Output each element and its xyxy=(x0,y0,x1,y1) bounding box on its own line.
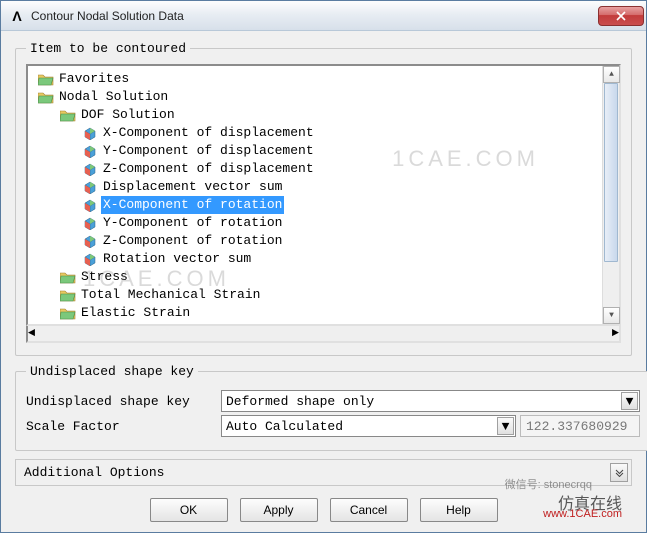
shape-key-value: Deformed shape only xyxy=(226,394,374,409)
expand-down-icon xyxy=(610,463,628,482)
undisplaced-groupbox: Undisplaced shape key Undisplaced shape … xyxy=(15,364,647,451)
tree-item-label: Rotation vector sum xyxy=(101,250,253,268)
tree-item-label: X-Component of displacement xyxy=(101,124,316,142)
tree-item-label: Stress xyxy=(79,268,130,286)
result-icon xyxy=(82,216,98,230)
tree-item[interactable]: Z-Component of displacement xyxy=(30,160,600,178)
folder-icon xyxy=(60,288,76,302)
shape-key-dropdown[interactable]: Deformed shape only ▼ xyxy=(221,390,640,412)
tree-item[interactable]: Z-Component of rotation xyxy=(30,232,600,250)
close-icon xyxy=(616,11,626,21)
tree-item[interactable]: Y-Component of rotation xyxy=(30,214,600,232)
scroll-right-arrow[interactable]: ► xyxy=(612,326,619,341)
tree-item-label: DOF Solution xyxy=(79,106,177,124)
tree-item[interactable]: DOF Solution xyxy=(30,106,600,124)
solution-tree[interactable]: FavoritesNodal SolutionDOF SolutionX-Com… xyxy=(28,66,602,324)
additional-options-label: Additional Options xyxy=(24,465,164,480)
result-icon xyxy=(82,144,98,158)
shape-key-row: Undisplaced shape key Deformed shape onl… xyxy=(26,390,640,412)
watermark: 仿真在线 xyxy=(558,490,622,514)
folder-icon xyxy=(38,72,54,86)
folder-open-icon xyxy=(38,90,54,104)
tree-item[interactable]: Stress xyxy=(30,268,600,286)
result-icon xyxy=(82,162,98,176)
dialog-window: Λ Contour Nodal Solution Data Item to be… xyxy=(0,0,647,533)
scroll-down-arrow[interactable]: ▼ xyxy=(603,307,620,324)
watermark: www.1CAE.com xyxy=(543,508,622,520)
scroll-left-arrow[interactable]: ◄ xyxy=(28,326,35,341)
scale-factor-number: 122.337680929 xyxy=(520,415,640,437)
tree-item-label: Elastic Strain xyxy=(79,304,192,322)
folder-icon xyxy=(60,306,76,320)
tree-item[interactable]: X-Component of rotation xyxy=(30,196,600,214)
tree-item[interactable]: Nodal Solution xyxy=(30,88,600,106)
window-title: Contour Nodal Solution Data xyxy=(31,9,598,23)
tree-item-label: Displacement vector sum xyxy=(101,178,284,196)
item-groupbox: Item to be contoured FavoritesNodal Solu… xyxy=(15,41,632,356)
shape-key-label: Undisplaced shape key xyxy=(26,394,221,409)
scale-factor-value: Auto Calculated xyxy=(226,419,343,434)
tree-item-label: Y-Component of rotation xyxy=(101,214,284,232)
chevron-down-icon: ▼ xyxy=(497,417,514,435)
titlebar: Λ Contour Nodal Solution Data xyxy=(1,1,646,31)
result-icon xyxy=(82,198,98,212)
close-button[interactable] xyxy=(598,6,644,26)
scale-factor-row: Scale Factor Auto Calculated ▼ 122.33768… xyxy=(26,415,640,437)
hscroll-track[interactable] xyxy=(35,326,612,341)
result-icon xyxy=(82,234,98,248)
result-icon xyxy=(82,180,98,194)
folder-icon xyxy=(60,270,76,284)
ok-button[interactable]: OK xyxy=(150,498,228,522)
item-groupbox-title: Item to be contoured xyxy=(26,41,190,56)
dialog-body: Item to be contoured FavoritesNodal Solu… xyxy=(1,31,646,532)
result-icon xyxy=(82,252,98,266)
button-row: OK Apply Cancel Help 微信号: stonecrqq 仿真在线… xyxy=(15,494,632,524)
tree-item-label: X-Component of rotation xyxy=(101,196,284,214)
scroll-up-arrow[interactable]: ▲ xyxy=(603,66,620,83)
undisplaced-groupbox-title: Undisplaced shape key xyxy=(26,364,198,379)
result-icon xyxy=(82,126,98,140)
tree-item-label: Favorites xyxy=(57,70,131,88)
tree-item-label: Z-Component of rotation xyxy=(101,232,284,250)
scroll-track[interactable] xyxy=(603,83,619,307)
additional-options-expander[interactable]: Additional Options xyxy=(15,459,632,486)
horizontal-scrollbar[interactable]: ◄ ► xyxy=(26,326,621,343)
apply-button[interactable]: Apply xyxy=(240,498,318,522)
tree-item[interactable]: Total Mechanical Strain xyxy=(30,286,600,304)
cancel-button[interactable]: Cancel xyxy=(330,498,408,522)
scale-factor-dropdown[interactable]: Auto Calculated ▼ xyxy=(221,415,516,437)
app-icon: Λ xyxy=(9,8,25,24)
scale-factor-label: Scale Factor xyxy=(26,419,221,434)
tree-item-label: Nodal Solution xyxy=(57,88,170,106)
folder-open-icon xyxy=(60,108,76,122)
help-button[interactable]: Help xyxy=(420,498,498,522)
tree-item[interactable]: Rotation vector sum xyxy=(30,250,600,268)
tree-container: FavoritesNodal SolutionDOF SolutionX-Com… xyxy=(26,64,621,326)
vertical-scrollbar[interactable]: ▲ ▼ xyxy=(602,66,619,324)
tree-item-label: Y-Component of displacement xyxy=(101,142,316,160)
chevron-down-icon: ▼ xyxy=(621,392,638,410)
tree-item-label: Z-Component of displacement xyxy=(101,160,316,178)
scroll-thumb[interactable] xyxy=(604,83,618,262)
tree-item[interactable]: Y-Component of displacement xyxy=(30,142,600,160)
tree-item[interactable]: Favorites xyxy=(30,70,600,88)
tree-item[interactable]: X-Component of displacement xyxy=(30,124,600,142)
tree-item[interactable]: Displacement vector sum xyxy=(30,178,600,196)
tree-item-label: Total Mechanical Strain xyxy=(79,286,262,304)
tree-item[interactable]: Elastic Strain xyxy=(30,304,600,322)
